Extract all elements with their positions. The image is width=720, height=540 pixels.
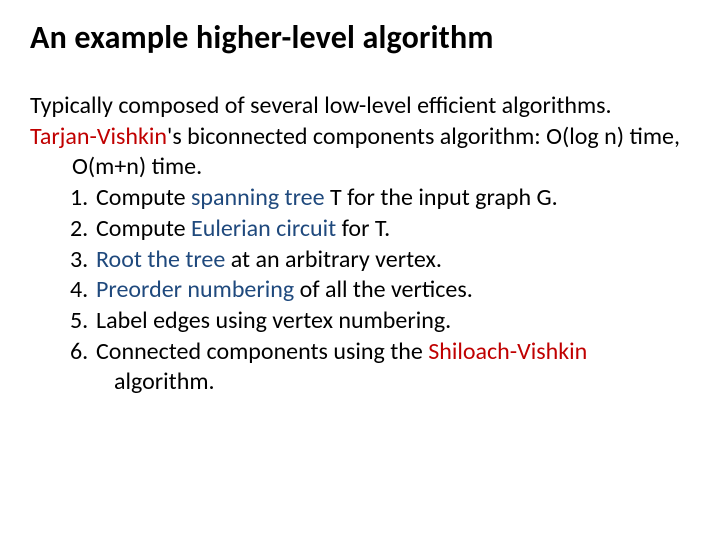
- step-highlight: spanning tree: [191, 183, 325, 212]
- steps-list: 1.Compute spanning tree T for the input …: [30, 183, 690, 398]
- step-number: 1.: [70, 183, 96, 214]
- tarjan-vishkin-name: Tarjan-Vishkin: [30, 122, 167, 151]
- step-text-post: at an arbitrary vertex.: [225, 245, 442, 274]
- step-highlight: Preorder numbering: [96, 275, 294, 304]
- step-text-post: T for the input graph G.: [325, 183, 558, 212]
- step-highlight: Eulerian circuit: [191, 214, 336, 243]
- step-number: 3.: [70, 245, 96, 276]
- tarjan-vishkin-paragraph: Tarjan-Vishkin's biconnected components …: [30, 122, 690, 183]
- step-item: 2.Compute Eulerian circuit for T.: [30, 214, 690, 245]
- step-text-pre: Connected components using the: [96, 337, 428, 366]
- step-item: 1.Compute spanning tree T for the input …: [30, 183, 690, 214]
- step-number: 6.: [70, 337, 96, 368]
- step-highlight: Shiloach-Vishkin: [428, 337, 587, 366]
- step-text-pre: Label edges using vertex numbering.: [96, 306, 451, 335]
- step-number: 4.: [70, 275, 96, 306]
- step-number: 2.: [70, 214, 96, 245]
- slide: An example higher-level algorithm Typica…: [0, 0, 720, 398]
- step-text-pre: Compute: [96, 214, 191, 243]
- slide-title: An example higher-level algorithm: [30, 18, 690, 57]
- step-number: 5.: [70, 306, 96, 337]
- step-text-pre: Compute: [96, 183, 191, 212]
- step-item: 3.Root the tree at an arbitrary vertex.: [30, 245, 690, 276]
- step-item: 4.Preorder numbering of all the vertices…: [30, 275, 690, 306]
- intro-paragraph: Typically composed of several low-level …: [30, 91, 690, 122]
- step-text-post: for T.: [336, 214, 390, 243]
- step-text-post: algorithm.: [114, 367, 215, 396]
- step-item: 5.Label edges using vertex numbering.: [30, 306, 690, 337]
- step-text-post: of all the vertices.: [294, 275, 473, 304]
- slide-body: Typically composed of several low-level …: [30, 91, 690, 398]
- step-highlight: Root the tree: [96, 245, 225, 274]
- step-item: 6.Connected components using the Shiloac…: [30, 337, 690, 398]
